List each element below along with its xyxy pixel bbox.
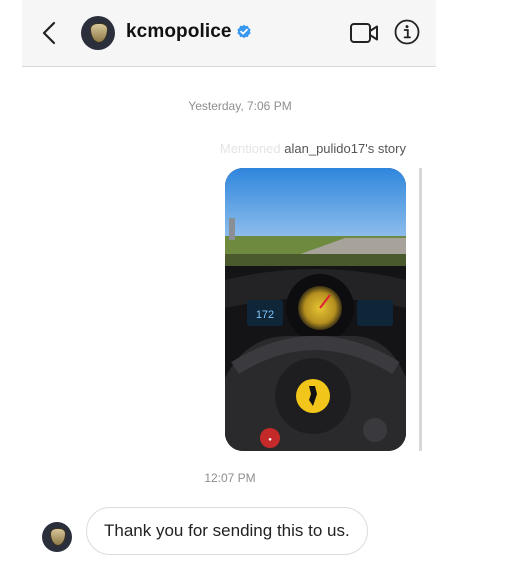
story-mention-label: Mentioned alan_pulido17's story — [220, 141, 406, 156]
message-timestamp: 12:07 PM — [204, 471, 256, 485]
message-timestamp: Yesterday, 7:06 PM — [188, 99, 292, 113]
story-owner: alan_pulido17's story — [284, 141, 406, 156]
video-call-icon[interactable] — [349, 21, 379, 45]
svg-text:●: ● — [268, 437, 272, 443]
police-badge-icon — [90, 23, 108, 43]
message-text: Thank you for sending this to us. — [104, 521, 350, 540]
username[interactable]: kcmopolice — [126, 21, 232, 43]
message-bubble[interactable]: Thank you for sending this to us. — [86, 507, 368, 555]
info-icon[interactable] — [394, 19, 420, 45]
speedometer-readout: 172 — [256, 309, 274, 321]
shared-story-preview[interactable]: 172 ● — [225, 168, 406, 451]
chat-header: kcmopolice — [22, 0, 436, 67]
profile-avatar[interactable] — [81, 16, 115, 50]
story-image: 172 ● — [225, 168, 406, 451]
story-prefix: Mentioned — [219, 141, 281, 156]
police-badge-icon — [50, 528, 66, 546]
story-divider — [419, 168, 422, 451]
back-chevron-icon — [42, 21, 56, 45]
verified-badge-icon — [237, 24, 251, 39]
back-button[interactable] — [40, 19, 58, 47]
sender-avatar[interactable] — [42, 522, 72, 552]
